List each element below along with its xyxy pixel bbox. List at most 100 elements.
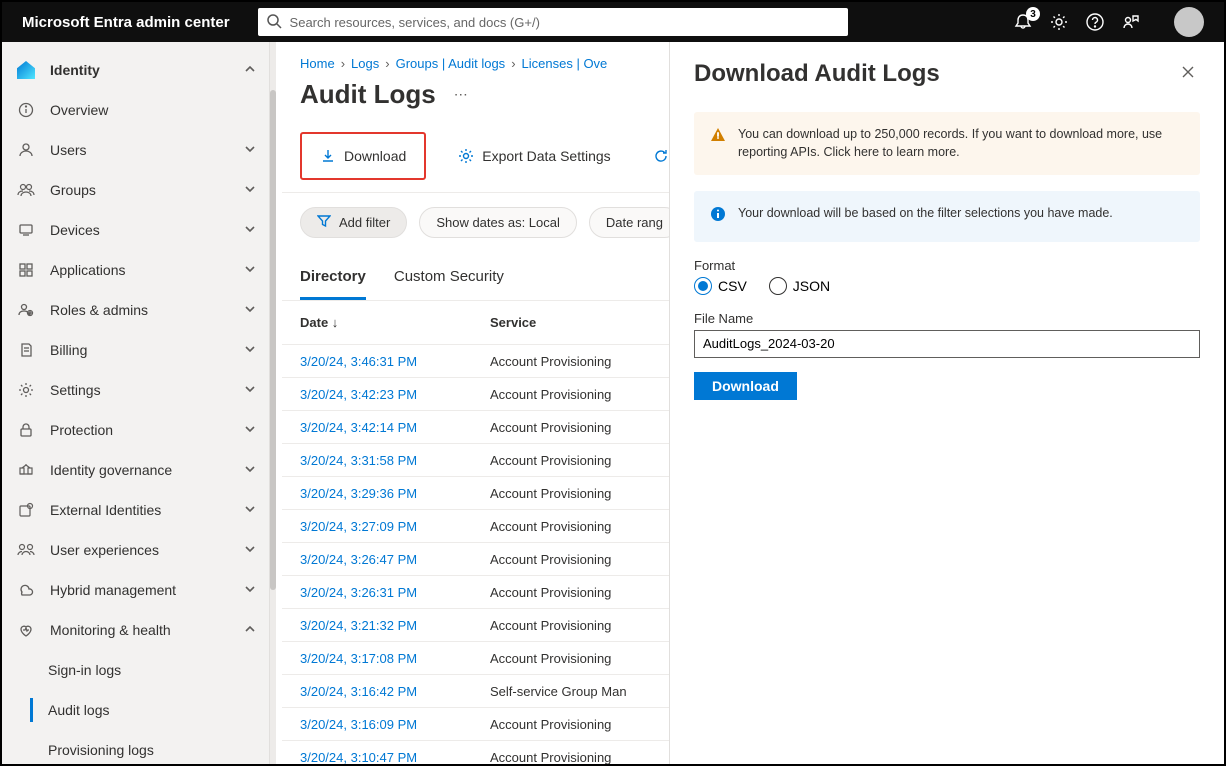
- column-date[interactable]: Date ↓: [300, 315, 490, 330]
- chevron-down-icon: [243, 382, 257, 399]
- tab-custom-security[interactable]: Custom Security: [394, 258, 504, 300]
- sidebar-item-label: Settings: [50, 382, 101, 398]
- chevron-down-icon: [243, 342, 257, 359]
- sidebar-sub-audit-logs[interactable]: Audit logs: [2, 690, 269, 730]
- chevron-down-icon: [243, 182, 257, 199]
- radio-json[interactable]: JSON: [769, 277, 830, 295]
- refresh-icon: [653, 148, 669, 164]
- groups-icon: [16, 180, 36, 200]
- row-date-link[interactable]: 3/20/24, 3:16:09 PM: [300, 717, 490, 732]
- row-date-link[interactable]: 3/20/24, 3:42:23 PM: [300, 387, 490, 402]
- lock-icon: [16, 420, 36, 440]
- row-date-link[interactable]: 3/20/24, 3:27:09 PM: [300, 519, 490, 534]
- sidebar-item-user-experiences[interactable]: User experiences: [2, 530, 269, 570]
- product-title: Microsoft Entra admin center: [22, 14, 230, 31]
- user-icon: [16, 140, 36, 160]
- gear-icon: [458, 148, 474, 164]
- sidebar-section-identity[interactable]: Identity: [2, 50, 269, 90]
- sidebar-sub-provisioning-logs[interactable]: Provisioning logs: [2, 730, 269, 764]
- chevron-down-icon: [243, 462, 257, 479]
- row-date-link[interactable]: 3/20/24, 3:29:36 PM: [300, 486, 490, 501]
- sidebar-item-identity-governance[interactable]: Identity governance: [2, 450, 269, 490]
- sidebar: Identity Overview Users Groups Devices A…: [2, 42, 270, 764]
- chevron-down-icon: [243, 302, 257, 319]
- sidebar-item-groups[interactable]: Groups: [2, 170, 269, 210]
- panel-download-button[interactable]: Download: [694, 372, 797, 400]
- search-icon: [266, 13, 282, 34]
- info-icon: [16, 100, 36, 120]
- settings-gear-button[interactable]: [1050, 13, 1068, 31]
- row-date-link[interactable]: 3/20/24, 3:26:31 PM: [300, 585, 490, 600]
- sidebar-sub-sign-in-logs[interactable]: Sign-in logs: [2, 650, 269, 690]
- content-scrollbar[interactable]: [270, 90, 276, 590]
- sidebar-item-billing[interactable]: Billing: [2, 330, 269, 370]
- row-date-link[interactable]: 3/20/24, 3:42:14 PM: [300, 420, 490, 435]
- sidebar-item-label: Hybrid management: [50, 582, 176, 598]
- filename-input[interactable]: [694, 330, 1200, 358]
- chevron-down-icon: [243, 222, 257, 239]
- breadcrumb-licenses[interactable]: Licenses | Ove: [522, 56, 608, 71]
- apps-icon: [16, 260, 36, 280]
- user-avatar[interactable]: [1174, 7, 1204, 37]
- sidebar-item-overview[interactable]: Overview: [2, 90, 269, 130]
- device-icon: [16, 220, 36, 240]
- sidebar-item-label: Roles & admins: [50, 302, 148, 318]
- row-date-link[interactable]: 3/20/24, 3:21:32 PM: [300, 618, 490, 633]
- add-filter-button[interactable]: Add filter: [300, 207, 407, 238]
- sidebar-item-settings[interactable]: Settings: [2, 370, 269, 410]
- row-date-link[interactable]: 3/20/24, 3:31:58 PM: [300, 453, 490, 468]
- row-date-link[interactable]: 3/20/24, 3:10:47 PM: [300, 750, 490, 765]
- governance-icon: [16, 460, 36, 480]
- radio-csv[interactable]: CSV: [694, 277, 747, 295]
- breadcrumb-home[interactable]: Home: [300, 56, 335, 71]
- breadcrumb-groups-audit[interactable]: Groups | Audit logs: [396, 56, 506, 71]
- date-range-pill[interactable]: Date rang: [589, 207, 680, 238]
- show-dates-pill[interactable]: Show dates as: Local: [419, 207, 577, 238]
- panel-title: Download Audit Logs: [694, 60, 940, 88]
- radio-unchecked-icon: [769, 277, 787, 295]
- notifications-button[interactable]: 3: [1014, 13, 1032, 31]
- chevron-down-icon: [243, 582, 257, 599]
- download-button[interactable]: Download: [300, 132, 426, 180]
- chevron-down-icon: [243, 142, 257, 159]
- sidebar-item-external-identities[interactable]: External Identities: [2, 490, 269, 530]
- breadcrumb-logs[interactable]: Logs: [351, 56, 379, 71]
- feedback-button[interactable]: [1122, 13, 1140, 31]
- ux-icon: [16, 540, 36, 560]
- sidebar-item-hybrid-management[interactable]: Hybrid management: [2, 570, 269, 610]
- panel-close-button[interactable]: [1176, 60, 1200, 87]
- sidebar-item-applications[interactable]: Applications: [2, 250, 269, 290]
- tab-directory[interactable]: Directory: [300, 258, 366, 300]
- entra-logo-icon: [16, 60, 36, 80]
- sidebar-item-devices[interactable]: Devices: [2, 210, 269, 250]
- sidebar-item-protection[interactable]: Protection: [2, 410, 269, 450]
- billing-icon: [16, 340, 36, 360]
- export-data-settings-button[interactable]: Export Data Settings: [448, 142, 620, 170]
- gear-icon: [16, 380, 36, 400]
- row-date-link[interactable]: 3/20/24, 3:17:08 PM: [300, 651, 490, 666]
- sidebar-item-monitoring-health[interactable]: Monitoring & health: [2, 610, 269, 650]
- row-date-link[interactable]: 3/20/24, 3:16:42 PM: [300, 684, 490, 699]
- row-date-link[interactable]: 3/20/24, 3:26:47 PM: [300, 552, 490, 567]
- sidebar-item-roles-admins[interactable]: Roles & admins: [2, 290, 269, 330]
- sidebar-item-label: Overview: [50, 102, 108, 118]
- global-search-input[interactable]: [258, 8, 848, 36]
- sidebar-item-label: Identity governance: [50, 462, 172, 478]
- warning-icon: [710, 127, 726, 161]
- hybrid-icon: [16, 580, 36, 600]
- chevron-up-icon: [243, 622, 257, 639]
- chevron-down-icon: [243, 502, 257, 519]
- page-title-more-button[interactable]: ⋯: [454, 86, 468, 103]
- content-area: Home› Logs› Groups | Audit logs› License…: [270, 42, 1224, 764]
- help-button[interactable]: [1086, 13, 1104, 31]
- page-title: Audit Logs: [300, 79, 436, 110]
- filter-icon: [317, 214, 331, 231]
- sidebar-item-users[interactable]: Users: [2, 130, 269, 170]
- health-icon: [16, 620, 36, 640]
- sidebar-item-label: User experiences: [50, 542, 159, 558]
- sidebar-item-label: External Identities: [50, 502, 161, 518]
- sidebar-item-label: Billing: [50, 342, 87, 358]
- row-date-link[interactable]: 3/20/24, 3:46:31 PM: [300, 354, 490, 369]
- panel-info: Your download will be based on the filte…: [694, 191, 1200, 242]
- panel-warning: You can download up to 250,000 records. …: [694, 112, 1200, 175]
